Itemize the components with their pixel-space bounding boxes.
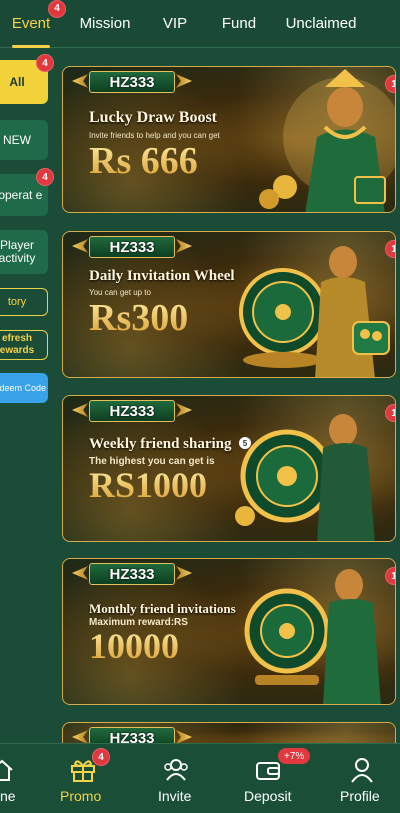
banner-weekly-friend-sharing[interactable]: HZ333 Weekly friend sharing 5 The highes… [62,395,396,542]
sidebar-item-label: Player activity [0,238,36,265]
sidebar-all-badge: 4 [36,54,54,72]
promo-screen: Event 4 Mission VIP Fund Unclaimed All 4… [0,0,400,813]
prize-wheel-illustration [235,414,375,541]
home-icon [0,759,13,781]
sidebar-item-all[interactable]: All 4 [0,54,54,104]
brand-logo: HZ333 [89,236,175,258]
nav-home[interactable]: ne [0,744,20,813]
banner-title: Lucky Draw Boost [89,109,218,126]
banner-badge: 1 [385,240,395,258]
sidebar-cooperate-badge: 4 [36,168,54,186]
tab-label: Fund [221,15,257,32]
brand-logo: HZ333 [89,563,175,585]
prize-wheel-illustration [244,569,381,704]
nav-label: Deposit [244,788,292,804]
tab-mission[interactable]: Mission [74,0,136,48]
sidebar-item-label: NEW [3,132,31,147]
tab-label: Mission [79,15,131,32]
refresh-rewards-button[interactable]: efresh ewards [0,330,48,360]
redeem-code-button[interactable]: Redeem Code [0,373,48,403]
deposit-bonus-badge: +7% [278,748,311,764]
person-icon [351,758,373,783]
sidebar-item-label: ooperat e [0,187,43,202]
nav-promo[interactable]: 4 Promo [60,744,110,813]
banner-amount: RS1000 [89,465,208,505]
banner-daily-invitation-wheel[interactable]: HZ333 Daily Invitation Wheel You can get… [62,231,396,378]
brand-logo: HZ333 [89,400,175,422]
nav-label: ne [0,788,16,804]
top-tab-bar: Event 4 Mission VIP Fund Unclaimed [0,0,400,48]
banner-monthly-friend-invitations[interactable]: HZ333 Monthly friend invitations Maximum… [62,558,396,705]
refresh-rewards-label: efresh ewards [0,333,35,356]
wallet-icon [256,762,280,780]
users-icon [164,759,188,781]
nav-label: Invite [158,788,192,804]
nav-label: Profile [340,788,380,804]
sidebar-item-cooperate[interactable]: ooperat e 4 [0,168,54,216]
banner-badge: 1 [385,75,395,93]
goddess-illustration [259,69,395,212]
tab-label: Event [11,15,51,32]
bottom-navigation: ne 4 Promo Invite Deposit +7% Profile [0,743,400,813]
banner-amount: Rs300 [89,297,189,339]
history-label: tory [7,295,27,308]
event-banner-list: HZ333 Lucky Draw Boost Invite friends to… [60,48,400,762]
banner-amount: Rs 666 [89,140,198,182]
banner-badge: 1 [385,404,395,422]
category-sidebar: All 4 NEW ooperat e 4 Player activity to… [0,48,54,743]
banner-title: Daily Invitation Wheel [89,268,235,284]
tab-label: Unclaimed [285,15,357,32]
banner-badge: 1 [385,567,395,585]
tab-event[interactable]: Event 4 [0,0,66,48]
sidebar-item-new[interactable]: NEW [0,120,48,160]
nav-invite[interactable]: Invite [154,744,198,813]
tab-label: VIP [162,15,188,32]
nav-promo-badge: 4 [92,748,110,766]
banner-title: Weekly friend sharing [89,436,232,452]
banner-amount: 10000 [89,626,179,666]
nav-label: Promo [60,788,102,804]
banner-title: Monthly friend invitations [89,601,236,616]
tab-vip[interactable]: VIP [150,0,200,48]
redeem-code-label: Redeem Code [0,382,47,393]
history-button[interactable]: tory [0,288,48,316]
sidebar-item-player-activity[interactable]: Player activity [0,230,48,274]
banner-lucky-draw-boost[interactable]: HZ333 Lucky Draw Boost Invite friends to… [62,66,396,213]
sidebar-item-label: All [9,74,25,89]
prize-wheel-illustration [239,246,390,377]
brand-logo: HZ333 [89,71,175,93]
nav-profile[interactable]: Profile [338,744,386,813]
tab-unclaimed[interactable]: Unclaimed [278,0,364,48]
tab-event-badge: 4 [48,0,66,18]
tab-fund[interactable]: Fund [214,0,264,48]
